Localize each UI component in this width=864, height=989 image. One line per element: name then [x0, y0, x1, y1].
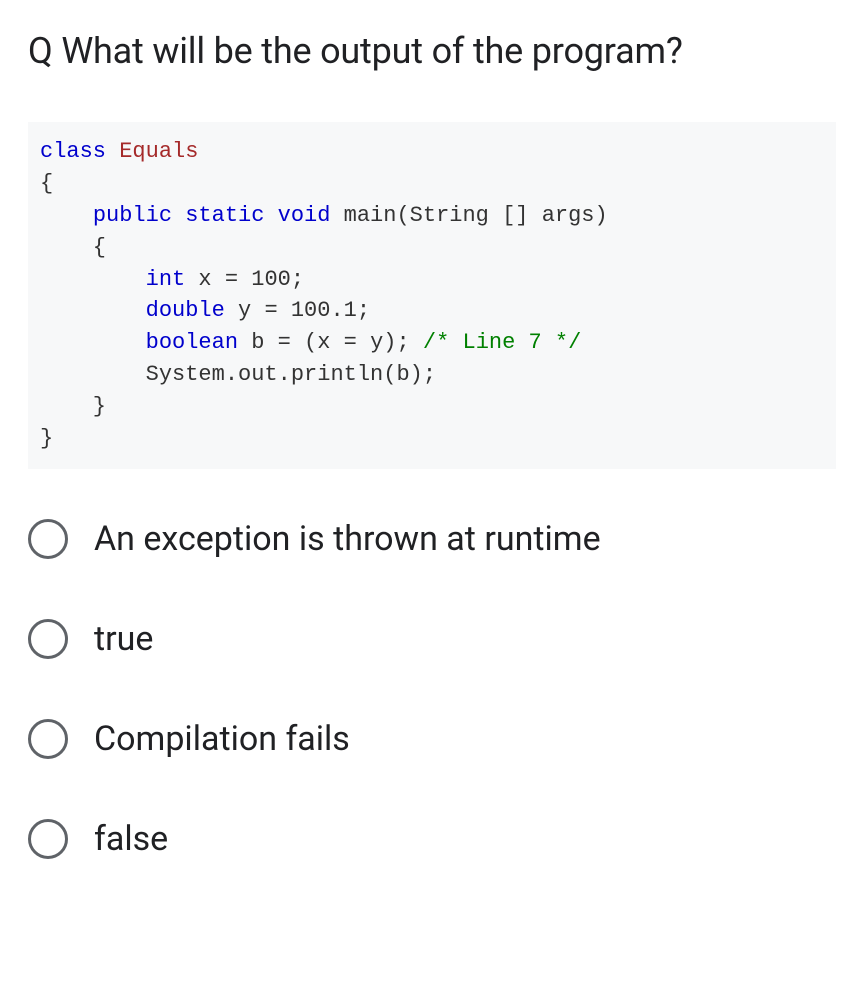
- code-type-boolean: boolean: [146, 330, 238, 355]
- code-modifiers: public static void: [93, 203, 331, 228]
- code-inner-brace-open: {: [40, 235, 106, 260]
- option-false[interactable]: false: [28, 819, 836, 859]
- question-prefix: Q: [28, 30, 53, 72]
- code-classname: Equals: [119, 139, 198, 164]
- code-type-int: int: [146, 267, 186, 292]
- code-brace-close: }: [40, 426, 53, 451]
- code-keyword-class: class: [40, 139, 106, 164]
- code-brace-open: {: [40, 171, 53, 196]
- code-inner-brace-close: }: [40, 394, 106, 419]
- option-label: An exception is thrown at runtime: [94, 519, 601, 559]
- option-label: false: [94, 819, 168, 859]
- code-line7-rest: b = (x = y);: [238, 330, 423, 355]
- option-label: true: [94, 619, 153, 659]
- option-label: Compilation fails: [94, 719, 350, 759]
- code-main-sig: main(String [] args): [344, 203, 608, 228]
- code-comment: /* Line 7 */: [423, 330, 581, 355]
- radio-icon: [28, 519, 68, 559]
- option-compilation-fails[interactable]: Compilation fails: [28, 719, 836, 759]
- radio-icon: [28, 819, 68, 859]
- radio-icon: [28, 619, 68, 659]
- question-text: What will be the output of the program?: [61, 30, 682, 72]
- option-true[interactable]: true: [28, 619, 836, 659]
- code-type-double: double: [146, 298, 225, 323]
- radio-icon: [28, 719, 68, 759]
- code-line5-rest: x = 100;: [185, 267, 304, 292]
- options-list: An exception is thrown at runtime true C…: [28, 519, 836, 859]
- code-line6-rest: y = 100.1;: [225, 298, 370, 323]
- code-block: class Equals { public static void main(S…: [28, 122, 836, 469]
- option-exception[interactable]: An exception is thrown at runtime: [28, 519, 836, 559]
- question-title: Q What will be the output of the program…: [28, 30, 836, 72]
- code-println: System.out.println(b);: [40, 362, 436, 387]
